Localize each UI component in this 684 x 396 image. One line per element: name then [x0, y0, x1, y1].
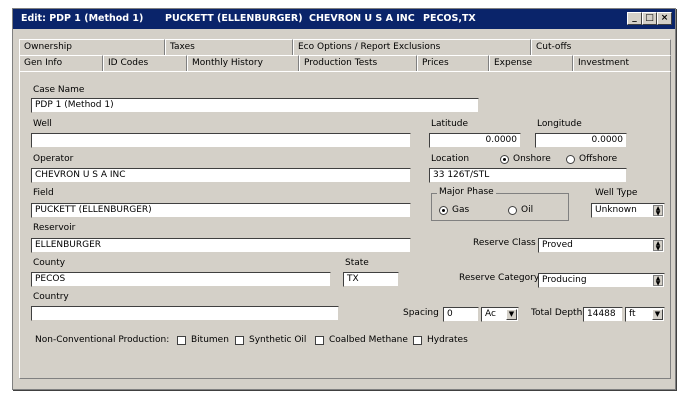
tab-prices[interactable]: Prices: [417, 55, 489, 71]
depth-unit-dropdown-icon[interactable]: ▼: [652, 309, 663, 320]
coalbed-methane-label: Coalbed Methane: [329, 335, 408, 345]
title-county-state: PECOS,TX: [423, 13, 476, 24]
gas-radio[interactable]: [439, 206, 448, 215]
tab-taxes[interactable]: Taxes: [165, 39, 293, 55]
reserve-category-label: Reserve Category: [459, 273, 540, 283]
close-button[interactable]: ×: [657, 12, 672, 25]
total-depth-label: Total Depth: [531, 308, 583, 318]
field-label: Field: [33, 188, 54, 198]
bitumen-checkbox[interactable]: [177, 336, 186, 345]
offshore-radio[interactable]: [566, 155, 575, 164]
reserve-class-value: Proved: [542, 240, 573, 250]
maximize-button[interactable]: □: [642, 12, 657, 25]
title-operator: CHEVRON U S A INC: [309, 13, 415, 24]
spacing-unit-dropdown-icon[interactable]: ▼: [506, 309, 517, 320]
state-label: State: [345, 258, 369, 268]
country-input[interactable]: [31, 306, 339, 321]
operator-input[interactable]: CHEVRON U S A INC: [31, 168, 411, 183]
reservoir-label: Reservoir: [33, 223, 76, 233]
reserve-category-value: Producing: [542, 275, 587, 285]
major-phase-label: Major Phase: [437, 187, 496, 197]
tab-gen-info[interactable]: Gen Info: [19, 55, 103, 72]
reserve-class-label: Reserve Class: [473, 238, 536, 248]
minimize-button[interactable]: _: [627, 12, 642, 25]
country-label: Country: [33, 292, 69, 302]
reserve-category-spinner[interactable]: ▲ ▼: [653, 275, 663, 287]
reserve-class-spinner[interactable]: ▲ ▼: [653, 240, 663, 252]
well-label: Well: [33, 119, 52, 129]
total-depth-input[interactable]: 14488: [583, 307, 623, 322]
county-input[interactable]: PECOS: [31, 272, 331, 287]
latitude-input[interactable]: 0.0000: [429, 133, 521, 148]
tab-eco-options[interactable]: Eco Options / Report Exclusions: [293, 39, 531, 55]
field-input[interactable]: PUCKETT (ELLENBURGER): [31, 203, 411, 218]
spacing-input[interactable]: 0: [443, 307, 479, 322]
oil-label: Oil: [521, 205, 534, 215]
non-conventional-label: Non-Conventional Production:: [35, 335, 170, 345]
bitumen-label: Bitumen: [191, 335, 229, 345]
tab-production-tests[interactable]: Production Tests: [299, 55, 417, 71]
onshore-radio[interactable]: [500, 155, 509, 164]
reserve-class-select[interactable]: Proved ▲ ▼: [538, 238, 665, 253]
hydrates-label: Hydrates: [427, 335, 468, 345]
well-type-value: Unknown: [595, 205, 637, 215]
tab-cut-offs[interactable]: Cut-offs: [531, 39, 671, 55]
hydrates-checkbox[interactable]: [413, 336, 422, 345]
gen-info-panel: [19, 71, 671, 379]
title-edit: Edit: PDP 1 (Method 1): [21, 13, 144, 24]
well-input[interactable]: [31, 133, 411, 148]
case-name-input[interactable]: PDP 1 (Method 1): [31, 98, 479, 113]
well-type-spinner[interactable]: ▲ ▼: [653, 205, 663, 217]
tab-expense[interactable]: Expense: [489, 55, 573, 71]
well-type-select[interactable]: Unknown ▲ ▼: [591, 203, 665, 218]
offshore-label: Offshore: [579, 154, 618, 164]
operator-label: Operator: [33, 154, 74, 164]
tab-ownership[interactable]: Ownership: [19, 39, 165, 55]
longitude-input[interactable]: 0.0000: [535, 133, 627, 148]
onshore-label: Onshore: [513, 154, 551, 164]
synthetic-oil-label: Synthetic Oil: [249, 335, 307, 345]
location-input[interactable]: 33 126T/STL: [429, 168, 627, 183]
depth-unit-value: ft: [629, 309, 636, 319]
depth-unit-select[interactable]: ft ▼: [625, 307, 665, 322]
gas-label: Gas: [452, 205, 470, 215]
coalbed-methane-checkbox[interactable]: [315, 336, 324, 345]
oil-radio[interactable]: [508, 206, 517, 215]
state-input[interactable]: TX: [343, 272, 399, 287]
edit-window: Edit: PDP 1 (Method 1) PUCKETT (ELLENBUR…: [12, 8, 676, 390]
tab-id-codes[interactable]: ID Codes: [103, 55, 187, 71]
tab-investment[interactable]: Investment: [573, 55, 671, 71]
reserve-category-select[interactable]: Producing ▲ ▼: [538, 273, 665, 288]
reservoir-input[interactable]: ELLENBURGER: [31, 238, 411, 253]
latitude-label: Latitude: [431, 119, 469, 129]
spacing-unit-select[interactable]: Ac ▼: [481, 307, 519, 322]
title-bar[interactable]: Edit: PDP 1 (Method 1) PUCKETT (ELLENBUR…: [13, 9, 675, 29]
spacing-unit-value: Ac: [485, 309, 496, 319]
case-name-label: Case Name: [33, 85, 85, 95]
county-label: County: [33, 258, 66, 268]
longitude-label: Longitude: [537, 119, 582, 129]
spacing-label: Spacing: [403, 308, 439, 318]
tab-monthly-history[interactable]: Monthly History: [187, 55, 299, 71]
synthetic-oil-checkbox[interactable]: [235, 336, 244, 345]
well-type-label: Well Type: [595, 188, 638, 198]
location-label: Location: [431, 154, 470, 164]
title-lease: PUCKETT (ELLENBURGER): [165, 13, 303, 24]
